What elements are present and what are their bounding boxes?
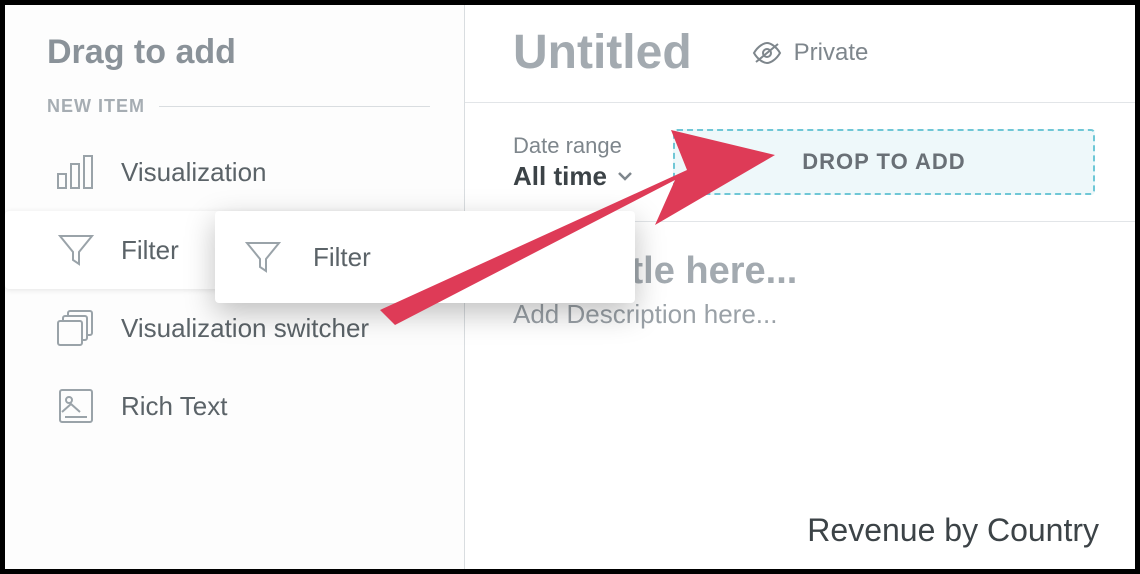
page-title[interactable]: Untitled: [513, 25, 692, 80]
chevron-down-icon: [617, 170, 633, 182]
chart-title: Revenue by Country: [807, 512, 1099, 549]
drag-ghost-label: Filter: [313, 242, 371, 273]
privacy-label: Private: [794, 39, 869, 67]
stack-icon: [53, 307, 99, 349]
sidebar-item-label: Rich Text: [121, 391, 227, 422]
date-range-text: All time: [513, 161, 607, 192]
sidebar-item-visualization[interactable]: Visualization: [5, 133, 464, 211]
drag-ghost-filter: Filter: [215, 211, 635, 303]
controls-row: Date range All time DROP TO ADD: [465, 103, 1135, 222]
description-placeholder[interactable]: Add Description here...: [513, 299, 1095, 330]
date-range-selector[interactable]: Date range All time: [513, 133, 633, 192]
bar-chart-icon: [53, 151, 99, 193]
image-text-icon: [53, 385, 99, 427]
sidebar-section-header: NEW ITEM: [5, 90, 464, 133]
section-label: NEW ITEM: [47, 96, 145, 117]
sidebar-item-rich-text[interactable]: Rich Text: [5, 367, 464, 445]
filter-dropzone[interactable]: DROP TO ADD: [673, 129, 1095, 195]
eye-off-icon: [752, 42, 782, 64]
date-range-label: Date range: [513, 133, 633, 159]
divider: [159, 106, 430, 107]
sidebar-item-label: Filter: [121, 235, 179, 266]
sidebar-item-label: Visualization switcher: [121, 313, 369, 344]
header: Untitled Private: [465, 5, 1135, 103]
privacy-indicator[interactable]: Private: [752, 39, 869, 67]
funnel-icon: [53, 229, 99, 271]
sidebar-item-label: Visualization: [121, 157, 267, 188]
date-range-value: All time: [513, 161, 633, 192]
funnel-icon: [243, 237, 289, 277]
sidebar-title: Drag to add: [5, 33, 464, 90]
